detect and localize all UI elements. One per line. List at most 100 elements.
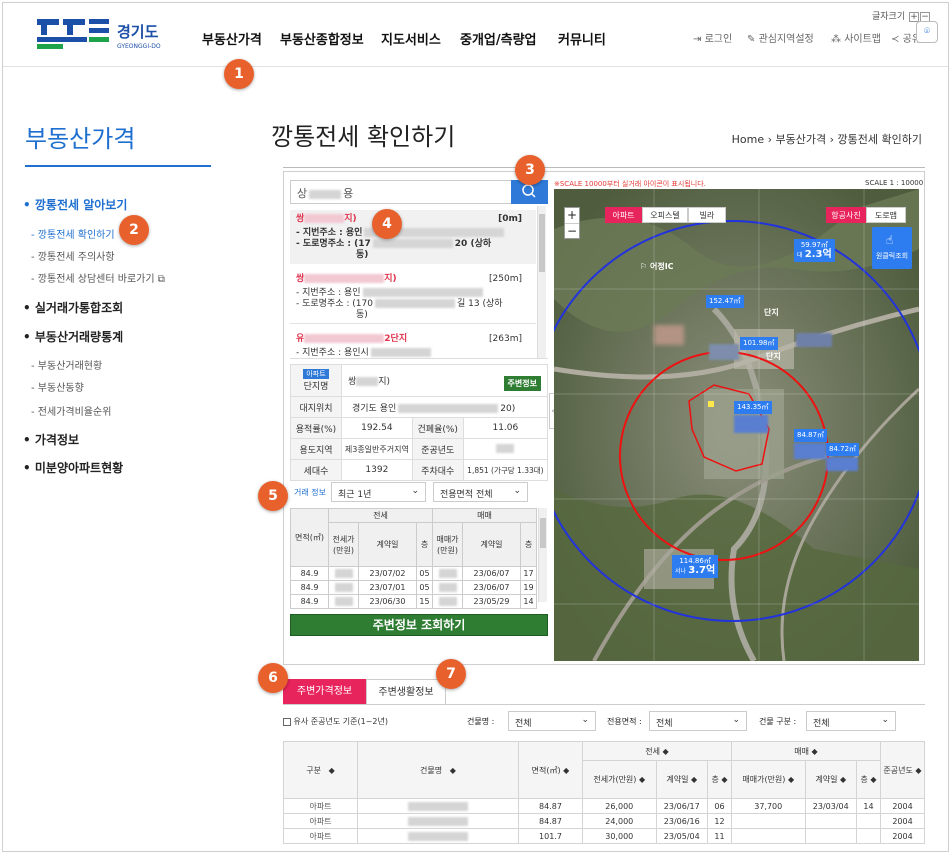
scrollbar-thumb[interactable] xyxy=(540,518,546,548)
cell xyxy=(730,813,806,829)
breadcrumb-home[interactable]: Home xyxy=(732,133,764,146)
map-tab-aerial[interactable]: 항공사진 xyxy=(826,207,866,223)
sidebar-item-jeonse-check[interactable]: • 깡통전세 알아보기 xyxy=(23,196,127,213)
building-select[interactable]: 전체 ⌄ xyxy=(508,711,596,731)
marker-area: 84.87㎡ xyxy=(797,431,825,439)
complex-name-header: 아파트 단지명 xyxy=(290,364,342,397)
sitemap-label: 사이트맵 xyxy=(844,34,881,45)
sidebar-sub-trade-status[interactable]: - 부동산거래현황 xyxy=(31,357,102,372)
cell xyxy=(432,594,463,609)
col-sale-price[interactable]: 매매가(만원) ◆ xyxy=(730,760,806,799)
nearby-info-button[interactable]: 주변정보 xyxy=(503,376,541,391)
price-marker[interactable]: 84.72㎡ xyxy=(826,443,860,456)
col-jeonse-floor[interactable]: 층 ◆ xyxy=(706,760,732,799)
col-built-year-label: 준공년도 xyxy=(883,765,913,775)
col-sale-date[interactable]: 계약일 ◆ xyxy=(804,760,857,799)
col-jeonse-date[interactable]: 계약일 ◆ xyxy=(655,760,708,799)
table-row[interactable]: 아파트 84.87 26,000 23/06/17 06 37,700 23/03/04 14… xyxy=(283,798,925,814)
map-tab-officetel[interactable]: 오피스텔 xyxy=(642,207,688,223)
sidebar-sub-jeonse-caution[interactable]: - 깡통전세 주의사항 xyxy=(31,248,115,263)
scan-icon[interactable]: ⌾ xyxy=(916,21,938,43)
road-address-label: - 도로명주소 : xyxy=(296,299,350,309)
scrollbar-thumb[interactable] xyxy=(539,214,545,272)
nav-broker-survey[interactable]: 중개업/측량업 xyxy=(460,29,537,48)
sidebar-sub-trend[interactable]: - 부동산동향 xyxy=(31,379,84,394)
col-type[interactable]: 구분 ◆ xyxy=(283,741,358,799)
list-item[interactable]: 유 2단지 [263m] - 지번주소 : 용인시 xyxy=(290,330,536,358)
list-item[interactable]: 쌍 지) [250m] - 지번주소 : 용인 - 도로명주소 : (170 길 13… xyxy=(290,270,536,324)
sort-icon: ◆ xyxy=(449,765,456,775)
map-tab-apartment[interactable]: 아파트 xyxy=(605,207,642,223)
price-marker[interactable]: 59.97㎡ 대 2.3억 xyxy=(794,239,835,262)
info-value: 192.54 xyxy=(341,417,413,439)
cell: 101.7 xyxy=(518,828,583,844)
sidebar-sub-jeonse-verify[interactable]: - 깡통전세 확인하기 xyxy=(31,226,115,241)
tab-nearby-life[interactable]: 주변생활정보 xyxy=(366,679,446,705)
map-tab-villa[interactable]: 빌라 xyxy=(688,207,726,223)
nearby-info-search-button[interactable]: 주변정보 조회하기 xyxy=(290,614,548,636)
aerial-map[interactable]: + − 아파트 오피스텔 빌라 항공사진 도로맵 ☝ 원클릭조회 ⚐ 어정IC 5… xyxy=(554,189,919,661)
building-select-value: 전체 xyxy=(515,719,532,729)
search-input[interactable]: 상용 xyxy=(290,180,548,204)
exclusive-area-select[interactable]: 전체 ⌄ xyxy=(649,711,747,731)
area-select[interactable]: 전용면적 전체 ⌄ xyxy=(433,482,528,502)
table-row[interactable]: 아파트 101.7 30,000 23/05/04 11 2004 xyxy=(283,828,925,844)
col-building[interactable]: 건물명 ◆ xyxy=(357,741,519,799)
masked-text xyxy=(334,583,353,592)
col-jeonse[interactable]: 전세 ◆ xyxy=(582,741,732,761)
col-jeonse-price[interactable]: 전세가(만원) ◆ xyxy=(582,760,657,799)
table-row[interactable]: 아파트 84.87 24,000 23/06/16 12 2004 xyxy=(283,813,925,829)
period-select[interactable]: 최근 1년 ⌄ xyxy=(331,482,426,502)
nav-community[interactable]: 커뮤니티 xyxy=(558,29,606,48)
one-click-search-button[interactable]: ☝ 원클릭조회 xyxy=(872,227,912,269)
cell: 14 xyxy=(520,594,537,609)
lot-address: 용인 xyxy=(344,288,361,298)
external-link-icon: ⧉ xyxy=(157,274,165,285)
price-marker[interactable]: 143.35㎡ xyxy=(734,401,772,414)
price-marker[interactable]: 114.86㎡ 서나 3.7억 xyxy=(672,555,719,578)
sidebar-sub-jeonse-center[interactable]: - 깡통전세 상담센터 바로가기 ⧉ xyxy=(31,270,165,285)
nav-real-estate-info[interactable]: 부동산종합정보 xyxy=(280,29,364,48)
masked-label xyxy=(796,333,832,347)
col-building-label: 건물명 xyxy=(420,765,443,775)
col-area[interactable]: 면적(㎡) ◆ xyxy=(518,741,583,799)
sidebar-item-price-info[interactable]: • 가격정보 xyxy=(23,431,79,448)
svg-text:경기도: 경기도 xyxy=(117,23,159,41)
breadcrumb-section[interactable]: 부동산가격 xyxy=(776,133,827,146)
nav-real-estate-price[interactable]: 부동산가격 xyxy=(202,29,262,48)
similar-year-checkbox[interactable]: 유사 준공년도 기준(1~2년) xyxy=(283,716,388,727)
price-marker[interactable]: 101.98㎡ xyxy=(740,337,778,350)
col-sale-floor[interactable]: 층 ◆ xyxy=(856,760,881,799)
period-value: 최근 1년 xyxy=(338,490,372,500)
sidebar-item-unsold[interactable]: • 미분양아파트현황 xyxy=(23,459,123,476)
gyeonggi-logo-icon[interactable]: 경기도 GYEONGGI-DO xyxy=(37,17,167,51)
price-marker[interactable]: 84.87㎡ xyxy=(794,429,828,442)
sidebar-item-volume-stats[interactable]: • 부동산거래량통계 xyxy=(23,328,123,345)
zoom-out-button[interactable]: − xyxy=(565,224,579,239)
price-marker[interactable]: 152.47㎡ xyxy=(706,295,744,308)
checkbox-box[interactable] xyxy=(283,717,291,726)
col-sale-price: 매매가(만원) xyxy=(432,522,463,567)
login-link[interactable]: ⇥ 로그인 xyxy=(693,30,732,45)
interest-region-link[interactable]: ✎ 관심지역설정 xyxy=(747,30,814,45)
result-list-scrollbar[interactable] xyxy=(537,206,546,358)
sidebar-item-transactions[interactable]: • 실거래가통합조회 xyxy=(23,299,123,316)
step-badge-4: 4 xyxy=(372,209,402,239)
col-jeonse-date: 계약일 xyxy=(358,522,417,567)
cell xyxy=(432,566,463,581)
list-item[interactable]: 쌍 지) [0m] - 지번주소 : 용인 - 도로명주소 : (17 20 (상하 … xyxy=(290,210,536,264)
cell: 23/05/04 xyxy=(655,828,708,844)
map-tab-road[interactable]: 도로맵 xyxy=(866,207,906,223)
nav-map-service[interactable]: 지도서비스 xyxy=(381,29,441,48)
trade-table-scrollbar[interactable] xyxy=(538,508,547,602)
sidebar-sub-ratio-rank[interactable]: - 전세가격비율순위 xyxy=(31,403,111,418)
masked-text xyxy=(370,348,431,357)
zoom-in-button[interactable]: + xyxy=(565,208,579,224)
sitemap-link[interactable]: ⁂ 사이트맵 xyxy=(831,30,881,45)
col-sale[interactable]: 매매 ◆ xyxy=(730,741,882,761)
col-built-year[interactable]: 준공년도 ◆ xyxy=(880,741,925,799)
building-type-select[interactable]: 전체 ⌄ xyxy=(806,711,896,731)
table-row: 84.9 23/06/30 15 23/05/29 14 xyxy=(290,594,537,609)
tab-nearby-price[interactable]: 주변가격정보 xyxy=(283,679,366,705)
sort-icon: ◆ xyxy=(915,765,922,775)
